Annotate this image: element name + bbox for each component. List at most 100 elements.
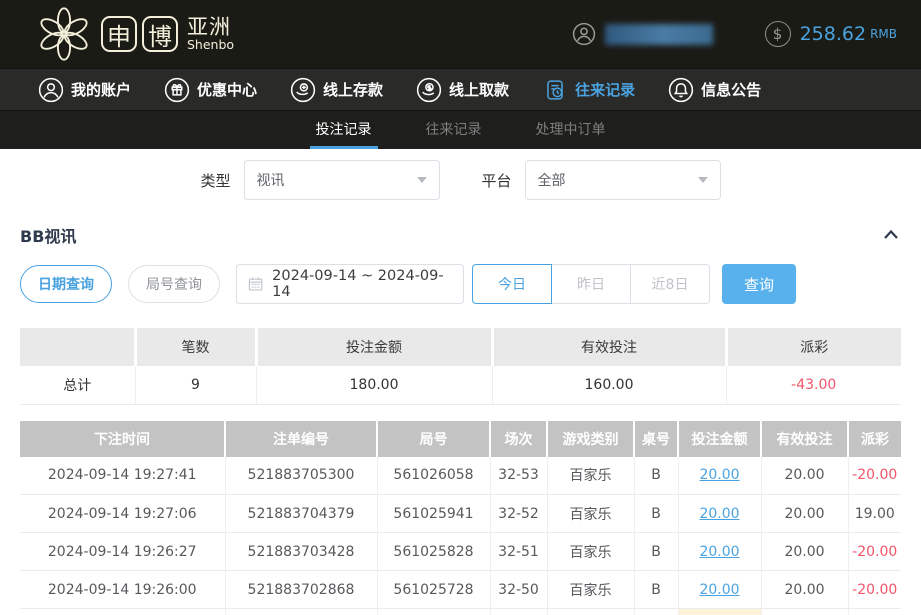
header-game-type: 游戏类别 [547, 421, 634, 457]
summary-count: 9 [135, 366, 256, 404]
platform-label: 平台 [482, 170, 512, 191]
calendar-icon [248, 276, 263, 292]
user-icon [38, 77, 64, 103]
ticket-id: 521883704379 [225, 495, 377, 533]
query-toolbar: 日期查询 局号查询 2024-09-14 ~ 2024-09-14 今日 昨日 … [20, 264, 901, 304]
deposit-icon [290, 77, 316, 103]
summary-header-payout: 派彩 [726, 328, 901, 366]
quick-range-group: 今日 昨日 近8日 [472, 264, 710, 304]
platform-select[interactable]: 全部 [525, 160, 721, 200]
table-no: B [634, 533, 678, 571]
valid-bet: 20.00 [761, 533, 848, 571]
chevron-up-icon [881, 225, 901, 245]
bet-amount-link[interactable]: 20.00 [678, 533, 761, 571]
header-bet-amount: 投注金额 [678, 421, 761, 457]
ticket-id: 521883702868 [225, 571, 377, 609]
bet-time: 2024-09-14 19:27:41 [20, 457, 225, 495]
round-query-button[interactable]: 局号查询 [128, 265, 220, 303]
today-button[interactable]: 今日 [472, 264, 552, 304]
summary-total-row: 总计 9 180.00 160.00 -43.00 [20, 366, 901, 404]
type-select[interactable]: 视讯 [244, 160, 440, 200]
summary-payout: -43.00 [726, 366, 901, 404]
withdraw-icon [416, 77, 442, 103]
summary-header-bet-amount: 投注金额 [256, 328, 492, 366]
table-row: 2024-09-14 19:26:00 521883702868 5610257… [20, 571, 901, 609]
ticket-id: 521883705300 [225, 457, 377, 495]
bet-time: 2024-09-14 19:27:06 [20, 495, 225, 533]
detail-header-row: 下注时间 注单编号 局号 场次 游戏类别 桌号 投注金额 有效投注 派彩 [20, 421, 901, 457]
nav-item-withdraw[interactable]: 线上取款 [416, 77, 509, 103]
summary-header-count: 笔数 [135, 328, 256, 366]
tab-pending-orders[interactable]: 处理中订单 [530, 111, 612, 149]
search-button[interactable]: 查询 [722, 264, 796, 304]
summary-header-row: 笔数 投注金额 有效投注 派彩 [20, 328, 901, 366]
bet-time: 2024-09-14 19:26:27 [20, 533, 225, 571]
summary-header-blank [20, 328, 135, 366]
valid-bet: 20.00 [761, 457, 848, 495]
round-id: 561025728 [377, 571, 490, 609]
session: 32-53 [490, 457, 547, 495]
tab-bet-records[interactable]: 投注记录 [310, 111, 378, 149]
balance-display: $ 258.62 RMB [765, 21, 897, 47]
header-table-no: 桌号 [634, 421, 678, 457]
bet-amount-link[interactable]: 20.00 [678, 571, 761, 609]
summary-valid-bet: 160.00 [492, 366, 726, 404]
table-row: 2024-09-14 19:26:27 521883703428 5610258… [20, 533, 901, 571]
tab-transaction-records[interactable]: 往来记录 [420, 111, 488, 149]
main-nav: 我的账户 优惠中心 线上存款 [0, 68, 921, 111]
section-header: BB视讯 [20, 223, 901, 247]
brand-logo: 申 博 亚洲 Shenbo [36, 6, 234, 62]
table-no: B [634, 495, 678, 533]
ticket-id: 521883703428 [225, 533, 377, 571]
collapse-section-button[interactable] [881, 225, 901, 245]
payout: -20.00 [848, 533, 901, 571]
balance-amount: 258.62 [800, 23, 866, 45]
game-type: 百家乐 [547, 571, 634, 609]
header-valid-bet: 有效投注 [761, 421, 848, 457]
game-type: 百家乐 [547, 533, 634, 571]
nav-item-promotions[interactable]: 优惠中心 [164, 77, 257, 103]
header-round-id: 局号 [377, 421, 490, 457]
summary-bet-amount: 180.00 [256, 366, 492, 404]
records-icon [542, 77, 568, 103]
dollar-icon: $ [765, 21, 791, 47]
app-header: 申 博 亚洲 Shenbo $ 258.62 RMB [0, 0, 921, 68]
chevron-down-icon [698, 177, 708, 183]
date-query-button[interactable]: 日期查询 [20, 265, 112, 303]
table-row: 2024-09-14 19:27:06 521883704379 5610259… [20, 495, 901, 533]
nav-item-deposit[interactable]: 线上存款 [290, 77, 383, 103]
game-type: 百家乐 [547, 457, 634, 495]
user-icon [572, 22, 596, 46]
brand-region: 亚洲 Shenbo [187, 16, 234, 51]
session: 32-52 [490, 495, 547, 533]
type-label: 类型 [200, 170, 230, 191]
valid-bet: 20.00 [761, 571, 848, 609]
filter-row: 类型 视讯 平台 全部 [0, 160, 921, 200]
summary-header-valid-bet: 有效投注 [492, 328, 726, 366]
nav-item-my-account[interactable]: 我的账户 [38, 77, 131, 103]
session: 32-50 [490, 571, 547, 609]
bell-icon [668, 77, 694, 103]
nav-item-transaction-records[interactable]: 往来记录 [542, 77, 635, 103]
brand-char-shen: 申 [101, 16, 137, 52]
round-id: 561025828 [377, 533, 490, 571]
game-type: 百家乐 [547, 495, 634, 533]
table-row: 2024-09-14 19:27:41 521883705300 5610260… [20, 457, 901, 495]
brand-char-bo: 博 [142, 16, 178, 52]
chevron-down-icon [417, 177, 427, 183]
bet-amount-link[interactable]: 20.00 [678, 457, 761, 495]
gift-icon [164, 77, 190, 103]
bet-time: 2024-09-14 19:26:00 [20, 571, 225, 609]
flower-logo-icon [36, 6, 92, 62]
summary-table: 笔数 投注金额 有效投注 派彩 总计 9 180.00 160.00 -43.0… [20, 328, 901, 405]
yesterday-button[interactable]: 昨日 [551, 264, 631, 304]
user-account[interactable] [572, 22, 713, 46]
bet-detail-table: 下注时间 注单编号 局号 场次 游戏类别 桌号 投注金额 有效投注 派彩 202… [20, 421, 901, 615]
table-no: B [634, 457, 678, 495]
header-bet-time: 下注时间 [20, 421, 225, 457]
nav-item-announcements[interactable]: 信息公告 [668, 77, 761, 103]
bet-amount-link[interactable]: 20.00 [678, 495, 761, 533]
balance-currency: RMB [870, 27, 897, 41]
date-range-input[interactable]: 2024-09-14 ~ 2024-09-14 [236, 264, 464, 304]
last-8-days-button[interactable]: 近8日 [630, 264, 710, 304]
